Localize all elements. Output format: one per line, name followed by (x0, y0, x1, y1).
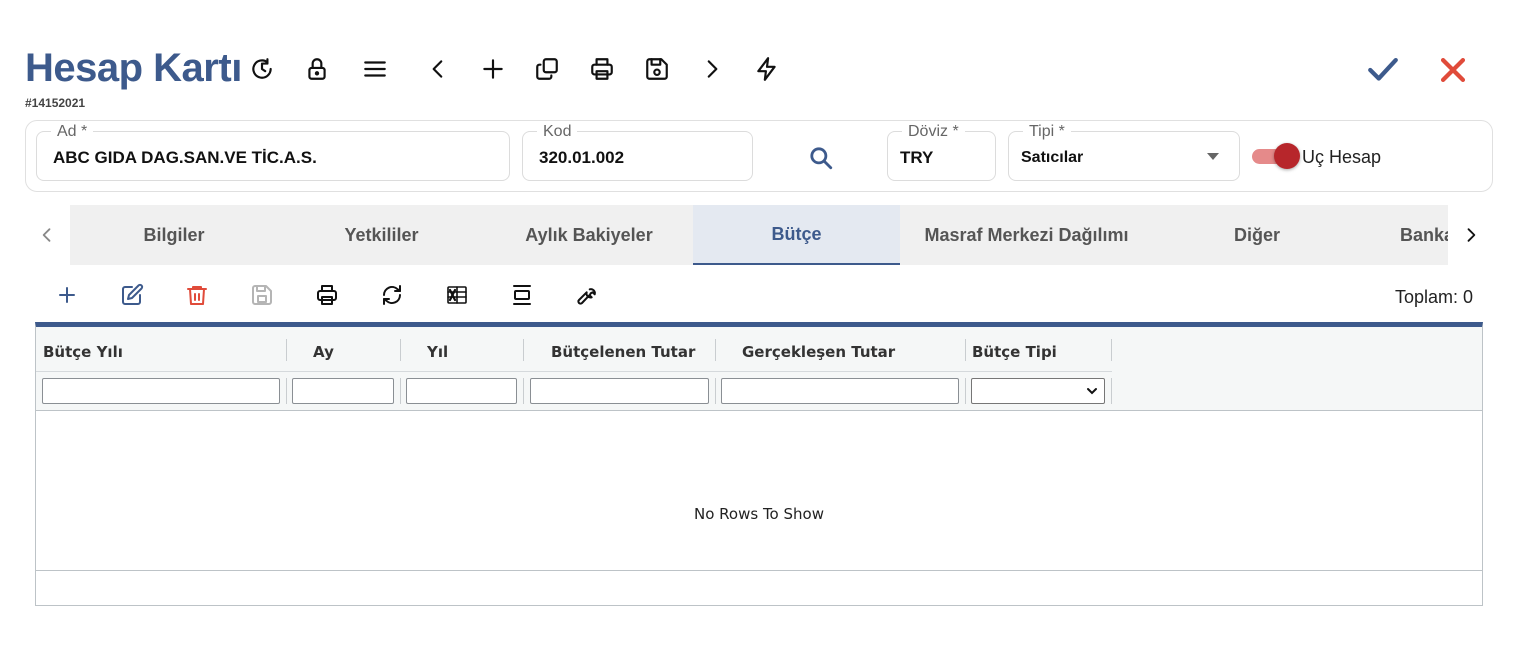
filter-gerceklesen-tutar-input[interactable] (721, 378, 959, 404)
column-separator (400, 378, 401, 404)
uc-hesap-toggle[interactable] (1252, 143, 1300, 169)
tab-diger[interactable]: Diğer (1153, 205, 1361, 265)
kod-value[interactable]: 320.01.002 (539, 148, 624, 168)
tipi-value: Satıcılar (1021, 149, 1084, 166)
column-header-yil[interactable]: Yıl (427, 343, 448, 361)
filter-butce-yili-input[interactable] (42, 378, 280, 404)
toggle-knob (1274, 143, 1300, 169)
column-separator (286, 378, 287, 404)
column-header-butce-tipi[interactable]: Bütçe Tipi (972, 343, 1057, 361)
history-icon[interactable] (245, 52, 279, 86)
column-separator (523, 378, 524, 404)
column-separator (965, 339, 966, 361)
column-separator (1111, 378, 1112, 404)
column-separator (286, 339, 287, 361)
filter-ay-input[interactable] (292, 378, 394, 404)
empty-state-message: No Rows To Show (694, 505, 824, 523)
excel-icon[interactable] (442, 280, 472, 310)
plus-icon[interactable] (476, 52, 510, 86)
column-header-ay[interactable]: Ay (313, 343, 334, 361)
align-icon[interactable] (507, 280, 537, 310)
filter-yil-input[interactable] (406, 378, 517, 404)
close-icon[interactable] (1433, 50, 1473, 90)
delete-icon[interactable] (182, 280, 212, 310)
bolt-icon[interactable] (750, 52, 784, 86)
print-icon[interactable] (312, 280, 342, 310)
tipi-label: Tipi * (1023, 123, 1071, 141)
ad-value[interactable]: ABC GIDA DAG.SAN.VE TİC.A.S. (53, 148, 317, 168)
chevron-right-icon[interactable] (695, 52, 729, 86)
grid-footer (36, 570, 1482, 605)
print-icon[interactable] (585, 52, 619, 86)
filter-butcelenen-tutar-input[interactable] (530, 378, 709, 404)
doviz-label: Döviz * (902, 123, 965, 141)
tab-bar: Bilgiler Yetkililer Aylık Bakiyeler Bütç… (70, 205, 1448, 265)
column-separator (400, 339, 401, 361)
tabs-scroll-right-icon[interactable] (1459, 220, 1483, 250)
uc-hesap-label: Uç Hesap (1302, 147, 1382, 167)
page-title: Hesap Kartı (25, 46, 242, 90)
ad-label: Ad * (51, 123, 94, 141)
chevron-down-icon (1087, 388, 1097, 395)
edit-icon[interactable] (117, 280, 147, 310)
doviz-value[interactable]: TRY (900, 148, 933, 168)
doviz-field[interactable]: Döviz * TRY (887, 123, 996, 181)
tab-banka[interactable]: Banka (1361, 205, 1448, 265)
copy-icon[interactable] (530, 52, 564, 86)
save-disabled-icon[interactable] (247, 280, 277, 310)
search-icon[interactable] (806, 143, 836, 173)
header-divider (36, 371, 1112, 372)
column-separator (965, 378, 966, 404)
lock-icon[interactable] (300, 52, 334, 86)
tab-butce[interactable]: Bütçe (693, 205, 900, 265)
budget-grid: Bütçe Yılı Ay Yıl Bütçelenen Tutar Gerçe… (35, 322, 1483, 606)
save-icon[interactable] (640, 52, 674, 86)
refresh-icon[interactable] (377, 280, 407, 310)
column-separator (523, 339, 524, 361)
column-header-butce-yili[interactable]: Bütçe Yılı (43, 343, 123, 361)
tabs-scroll-left-icon[interactable] (35, 220, 59, 250)
tab-aylik-bakiyeler[interactable]: Aylık Bakiyeler (485, 205, 693, 265)
tab-yetkililer[interactable]: Yetkililer (278, 205, 485, 265)
column-separator (715, 339, 716, 361)
menu-icon[interactable] (358, 52, 392, 86)
kod-field[interactable]: Kod 320.01.002 (522, 123, 753, 181)
account-form: Ad * ABC GIDA DAG.SAN.VE TİC.A.S. Kod 32… (25, 120, 1493, 192)
column-separator (1111, 339, 1112, 361)
tipi-select[interactable]: Tipi * Satıcılar (1008, 123, 1240, 181)
kod-label: Kod (537, 123, 578, 141)
caret-down-icon (1207, 153, 1219, 160)
column-header-gerceklesen-tutar[interactable]: Gerçekleşen Tutar (742, 343, 895, 361)
chevron-left-icon[interactable] (421, 52, 455, 86)
total-count: Toplam: 0 (1394, 287, 1473, 307)
filter-butce-tipi-select[interactable] (971, 378, 1105, 404)
ad-field[interactable]: Ad * ABC GIDA DAG.SAN.VE TİC.A.S. (36, 123, 510, 181)
grid-header: Bütçe Yılı Ay Yıl Bütçelenen Tutar Gerçe… (36, 327, 1482, 411)
tab-masraf-merkezi-dagilimi[interactable]: Masraf Merkezi Dağılımı (900, 205, 1153, 265)
add-icon[interactable] (52, 280, 82, 310)
settings-wrench-icon[interactable] (572, 280, 602, 310)
column-separator (715, 378, 716, 404)
record-id: #14152021 (25, 96, 86, 110)
column-header-butcelenen-tutar[interactable]: Bütçelenen Tutar (551, 343, 695, 361)
tab-bilgiler[interactable]: Bilgiler (70, 205, 278, 265)
check-icon[interactable] (1363, 50, 1403, 90)
